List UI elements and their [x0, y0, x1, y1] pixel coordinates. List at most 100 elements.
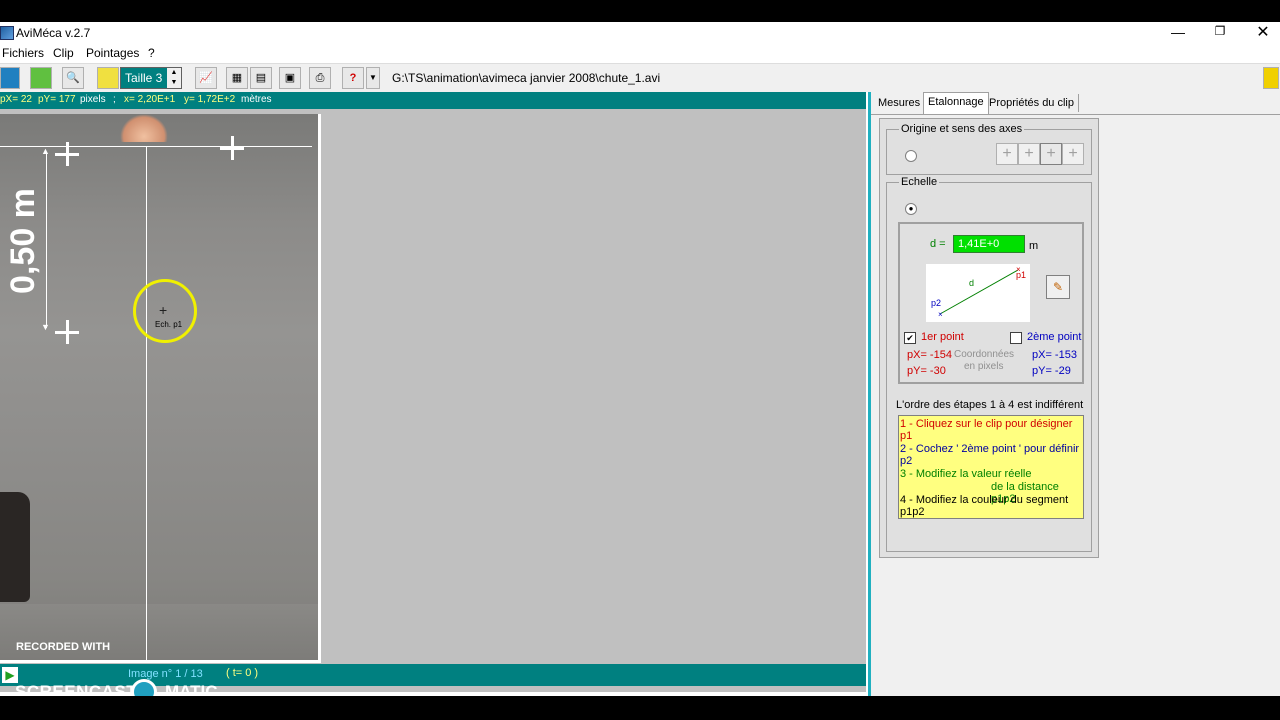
- watermark-brand: SCREENCAST: [15, 682, 138, 696]
- app-window: AviMéca v.2.7 — ❐ ✕ Fichiers Clip Pointa…: [0, 22, 1280, 696]
- axes-option-1-icon[interactable]: +: [996, 143, 1018, 165]
- size-icon[interactable]: [97, 67, 119, 89]
- echelle-radio[interactable]: ●: [905, 203, 917, 215]
- svg-text:×: ×: [938, 310, 943, 319]
- d-value-input[interactable]: 1,41E+0: [953, 235, 1025, 253]
- point1-checkbox[interactable]: ✔: [904, 332, 916, 344]
- step-4: 4 - Modifiez la couleur du segment p1p2: [900, 494, 1069, 518]
- video-pane: pX= 22 pY= 177 pixels ; x= 2,20E+1 y= 1,…: [0, 92, 866, 696]
- help-button[interactable]: ?: [342, 67, 364, 89]
- open-clip-icon[interactable]: [30, 67, 52, 89]
- tab-mesures[interactable]: Mesures: [874, 94, 924, 112]
- tab-proprietes[interactable]: Propriétés du clip: [985, 94, 1079, 112]
- zoom-icon[interactable]: 🔍: [62, 67, 84, 89]
- distance-frame: d = 1,41E+0 m × × d p1 p2 ✎ ✔ 1er point …: [898, 222, 1084, 384]
- spinner-up-icon[interactable]: ▲: [167, 68, 181, 78]
- print-icon[interactable]: ⎙: [309, 67, 331, 89]
- menu-pointages[interactable]: Pointages: [86, 46, 139, 60]
- taille-label: Taille 3: [125, 71, 163, 85]
- point2-py: pY= -29: [1032, 365, 1071, 377]
- axes-option-4-icon[interactable]: +: [1062, 143, 1084, 165]
- origin-radio[interactable]: [905, 150, 917, 162]
- origin-title: Origine et sens des axes: [899, 123, 1025, 135]
- export-icon[interactable]: ▤: [250, 67, 272, 89]
- marker-label: Ech. p1: [155, 320, 183, 329]
- scale-arrow-up-icon: ▲: [41, 146, 50, 156]
- taille-spinner[interactable]: Taille 3 ▲ ▼: [120, 67, 182, 89]
- diagram-d-label: d: [969, 278, 975, 288]
- settings-pane: Mesures Etalonnage Propriétés du clip Or…: [868, 92, 1280, 696]
- point1-px: pX= -154: [907, 349, 952, 361]
- menu-fichiers[interactable]: Fichiers: [2, 46, 44, 60]
- video-clip[interactable]: ▲ ▼ 0,50 m + Ech. p1 RECORDED WITH: [0, 114, 321, 663]
- coords-caption-2: en pixels: [964, 361, 1004, 372]
- point2-px: pX= -153: [1032, 349, 1077, 361]
- point1-label[interactable]: 1er point: [921, 331, 964, 343]
- table-icon[interactable]: ▦: [226, 67, 248, 89]
- step-1: 1 - Cliquez sur le clip pour désigner p1: [900, 418, 1073, 442]
- status-x: x= 2,20E+1: [124, 94, 176, 105]
- segment-color-button[interactable]: ✎: [1046, 275, 1070, 299]
- watermark-top: RECORDED WITH: [16, 641, 111, 653]
- window-title: AviMéca v.2.7: [16, 26, 91, 40]
- point2-label[interactable]: 2ème point: [1027, 331, 1081, 343]
- cross-marker-icon: [220, 136, 244, 160]
- distance-diagram-svg: × ×: [938, 265, 1021, 319]
- order-title: L'ordre des étapes 1 à 4 est indifférent: [896, 399, 1084, 411]
- coords-caption-1: Coordonnées: [954, 349, 1015, 360]
- image-counter: Image n° 1 / 13: [128, 668, 203, 680]
- scale-label: 0,50 m: [4, 188, 42, 294]
- title-bar: AviMéca v.2.7 — ❐ ✕: [0, 22, 1280, 44]
- dark-object: [0, 492, 30, 602]
- restore-icon[interactable]: ❐: [1212, 24, 1228, 40]
- coords-status-bar: pX= 22 pY= 177 pixels ; x= 2,20E+1 y= 1,…: [0, 92, 866, 109]
- diagram-p2-label: p2: [931, 298, 942, 308]
- close-icon[interactable]: ✕: [1255, 22, 1271, 41]
- point1-py: pY= -30: [907, 365, 946, 377]
- time-label: ( t= 0 ): [226, 667, 259, 679]
- status-px-unit: pixels: [80, 94, 106, 105]
- play-icon[interactable]: ▶: [2, 667, 18, 683]
- status-px: pX= 22: [0, 94, 32, 105]
- d-label: d =: [930, 238, 946, 250]
- watermark-suffix: MATIC: [165, 682, 218, 696]
- scale-bar: [46, 152, 47, 328]
- minimize-icon[interactable]: —: [1170, 24, 1186, 40]
- graph-icon[interactable]: 📈: [195, 67, 217, 89]
- step-3: 3 - Modifiez la valeur réelle: [900, 468, 1032, 480]
- axes-option-3-icon[interactable]: +: [1040, 143, 1062, 165]
- status-y: y= 1,72E+2: [184, 94, 236, 105]
- cross-marker-icon: [55, 142, 79, 166]
- calculator-icon[interactable]: ▣: [279, 67, 301, 89]
- spinner-down-icon[interactable]: ▼: [167, 78, 181, 88]
- scale-arrow-down-icon: ▼: [41, 322, 50, 332]
- distance-diagram: × × d p1 p2: [926, 264, 1030, 322]
- letterbox-top: [0, 0, 1280, 22]
- status-xy-unit: mètres: [241, 94, 272, 105]
- point2-checkbox[interactable]: [1010, 332, 1022, 344]
- axes-option-2-icon[interactable]: +: [1018, 143, 1040, 165]
- app-icon: [0, 26, 14, 40]
- tab-etalonnage[interactable]: Etalonnage: [923, 92, 989, 114]
- steps-box: 1 - Cliquez sur le clip pour désigner p1…: [898, 415, 1084, 519]
- tab-strip: Mesures Etalonnage Propriétés du clip: [871, 92, 1280, 115]
- echelle-title: Echelle: [899, 176, 940, 188]
- hand-image: [120, 114, 168, 142]
- letterbox-bottom: [0, 696, 1280, 720]
- file-path: G:\TS\animation\avimeca janvier 2008\chu…: [392, 71, 661, 85]
- exit-icon[interactable]: [1263, 67, 1279, 89]
- etalonnage-panel: Origine et sens des axes + + + + Echelle…: [879, 118, 1099, 558]
- film-icon[interactable]: [0, 67, 20, 89]
- status-py: pY= 177: [38, 94, 76, 105]
- menu-help[interactable]: ?: [148, 46, 155, 60]
- y-axis-line: [146, 146, 147, 660]
- cross-marker-icon: [55, 320, 79, 344]
- main-content: pX= 22 pY= 177 pixels ; x= 2,20E+1 y= 1,…: [0, 92, 1280, 696]
- diagram-p1-label: p1: [1016, 270, 1027, 280]
- menu-bar: Fichiers Clip Pointages ?: [0, 44, 1280, 63]
- step-2: 2 - Cochez ' 2ème point ' pour définir p…: [900, 443, 1080, 467]
- menu-clip[interactable]: Clip: [53, 46, 74, 60]
- d-unit: m: [1029, 240, 1039, 252]
- help-dropdown-icon[interactable]: ▼: [366, 67, 380, 89]
- crosshair-icon: +: [159, 302, 168, 318]
